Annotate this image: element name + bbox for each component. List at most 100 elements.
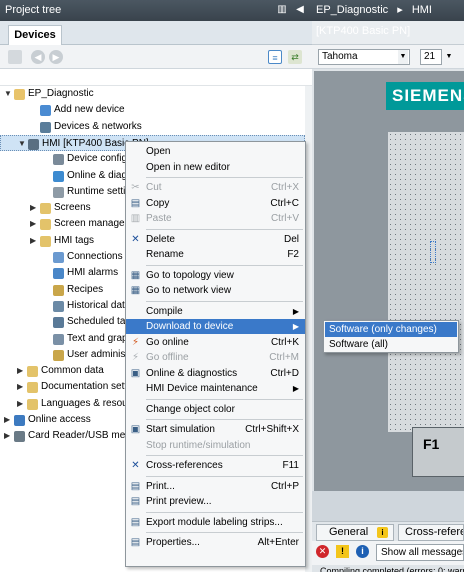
submenu-item[interactable]: Software (all)	[325, 337, 457, 352]
menu-item-label: Print...	[146, 480, 175, 492]
cut-icon: ✂	[131, 182, 140, 193]
warning-filter-icon[interactable]: !	[336, 545, 349, 558]
recipes-icon	[53, 284, 64, 296]
font-dropdown-icon[interactable]: ▼	[398, 50, 408, 64]
menu-item[interactable]: HMI Device maintenance ▶	[126, 381, 305, 396]
menu-item[interactable]: ▣ Online & diagnostics Ctrl+D	[126, 366, 305, 381]
size-dropdown-icon[interactable]: ▼	[445, 50, 453, 64]
menu-separator	[146, 475, 303, 477]
menu-item-label: Open	[146, 146, 171, 157]
menu-item[interactable]: ▤ Export module labeling strips...	[126, 515, 305, 530]
menu-item-label: Compile	[146, 305, 183, 317]
info-filter-icon[interactable]: i	[356, 545, 369, 558]
menu-item[interactable]: ✕ Delete Del	[126, 232, 305, 247]
menu-item[interactable]: ▣ Start simulation Ctrl+Shift+X	[126, 422, 305, 437]
menu-item[interactable]: Rename F2	[126, 247, 305, 262]
submenu-item[interactable]: Software (only changes)	[325, 322, 457, 337]
menu-item-shortcut: Del	[283, 233, 299, 245]
menu-item-label: Copy	[146, 197, 170, 209]
menu-item[interactable]: ⚡ Go offline Ctrl+M	[126, 350, 305, 365]
menu-item[interactable]: Stop runtime/simulation	[126, 438, 305, 453]
delete-icon: ✕	[131, 233, 140, 245]
splitter[interactable]	[312, 491, 464, 521]
copy-icon: ▤	[130, 197, 141, 209]
error-filter-icon[interactable]: ✕	[316, 545, 329, 558]
new-icon[interactable]	[8, 50, 22, 64]
menu-item[interactable]: ▦ Go to network view	[126, 283, 305, 298]
text-lists-icon	[53, 333, 64, 345]
function-key-f1[interactable]: F1	[412, 427, 464, 477]
expand-down-icon[interactable]: ▼	[18, 136, 26, 152]
back-icon[interactable]: ◀	[31, 50, 45, 64]
list-view-icon[interactable]: ≡	[268, 50, 282, 64]
tree-item-label: HMI tags	[54, 234, 95, 246]
font-select[interactable]: Tahoma	[318, 49, 410, 65]
menu-item-label: Go to topology view	[146, 269, 234, 281]
breadcrumb-project[interactable]: EP_Diagnostic	[316, 4, 388, 16]
runtime-settings-icon	[53, 186, 64, 198]
menu-item[interactable]: Open	[126, 144, 305, 159]
project-tree-title: Project tree	[5, 4, 62, 16]
tree-item[interactable]: Add new device	[0, 102, 305, 118]
folder-icon	[40, 235, 51, 247]
menu-item[interactable]: ✕ Cross-references F11	[126, 458, 305, 473]
menu-item[interactable]: Open in new editor	[126, 160, 305, 175]
menu-item-label: Open in new editor	[146, 161, 230, 173]
user-admin-icon	[53, 349, 64, 361]
expand-right-icon[interactable]: ▶	[17, 379, 25, 395]
menu-item[interactable]: Change object color	[126, 402, 305, 417]
folder-icon	[27, 398, 38, 410]
tree-options-icon[interactable]: ⇄	[288, 50, 302, 64]
tree-item-label: Add new device	[54, 104, 125, 116]
tab-devices[interactable]: Devices	[8, 25, 62, 46]
tab-general-label: General	[329, 526, 369, 538]
menu-separator	[146, 455, 303, 456]
alarms-icon	[53, 268, 64, 280]
menu-item-label: Paste	[146, 213, 172, 224]
expand-right-icon[interactable]: ▶	[4, 412, 12, 428]
download-submenu: Software (only changes) Software (all)	[323, 320, 459, 353]
expand-right-icon[interactable]: ▶	[17, 396, 25, 412]
menu-item-shortcut: Alt+Enter	[257, 537, 299, 548]
menu-item[interactable]: ⚡ Go online Ctrl+K	[126, 335, 305, 350]
menu-item-shortcut: F11	[282, 460, 300, 471]
menu-item[interactable]: ▤ Properties... Alt+Enter	[126, 535, 305, 550]
screen-canvas[interactable]	[388, 132, 464, 432]
font-size-select[interactable]: 21	[420, 49, 442, 65]
menu-separator	[146, 419, 303, 420]
menu-item[interactable]: ▤ Print preview...	[126, 494, 305, 509]
project-icon	[14, 89, 25, 100]
expand-right-icon[interactable]: ▶	[30, 216, 38, 232]
format-toolbar: Tahoma ▼ 21 ▼	[312, 45, 464, 69]
message-filter-select[interactable]: Show all messages	[376, 544, 464, 561]
expand-right-icon[interactable]: ▶	[30, 233, 38, 249]
menu-item[interactable]: ▤ Copy Ctrl+C	[126, 196, 305, 211]
tree-item[interactable]: ▼ EP_Diagnostic	[0, 86, 305, 102]
menu-item[interactable]: ▤ Print... Ctrl+P	[126, 479, 305, 494]
menu-item[interactable]: ✂ Cut Ctrl+X	[126, 180, 305, 195]
collapse-left-icon[interactable]: ◀	[294, 4, 306, 16]
export-icon: ▤	[130, 516, 141, 528]
menu-item[interactable]: Download to device ▶	[126, 319, 305, 334]
expand-right-icon[interactable]: ▶	[17, 363, 25, 379]
hmi-screen-frame: SIEMENS F1	[314, 71, 464, 491]
inspector-tabs: General i Cross-references	[312, 521, 464, 541]
menu-item[interactable]: ▥ Paste Ctrl+V	[126, 211, 305, 226]
go-online-icon: ⚡	[131, 336, 140, 348]
expand-down-icon[interactable]: ▼	[4, 86, 12, 102]
forward-icon[interactable]: ▶	[49, 50, 63, 64]
expand-right-icon[interactable]: ▶	[30, 200, 38, 216]
tab-cross-references[interactable]: Cross-references	[398, 524, 464, 541]
menu-item-shortcut: Ctrl+P	[270, 480, 299, 492]
menu-item[interactable]: Compile ▶	[126, 304, 305, 319]
expand-right-icon[interactable]: ▶	[4, 428, 12, 444]
tree-scrollbar[interactable]	[305, 86, 312, 572]
folder-icon	[40, 203, 51, 215]
messages-toolbar: ✕ ! i Show all messages	[312, 541, 464, 565]
menu-item[interactable]: ▦ Go to topology view	[126, 268, 305, 283]
tab-general[interactable]: General i	[316, 524, 394, 541]
selected-object-handle[interactable]	[430, 241, 436, 263]
editor-header: EP_Diagnostic ▸ HMI [KTP400 Basic PN]	[312, 0, 464, 37]
layout-icon[interactable]: ▥	[276, 4, 288, 16]
tree-item[interactable]: Devices & networks	[0, 119, 305, 135]
